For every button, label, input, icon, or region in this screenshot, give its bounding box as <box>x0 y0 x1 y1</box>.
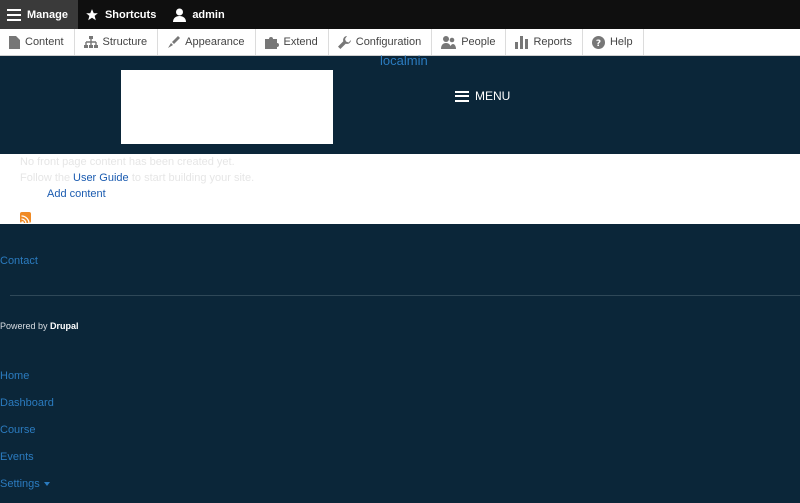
tray-item-label: Content <box>25 36 64 48</box>
wrench-icon <box>337 35 351 49</box>
footer-nav-events[interactable]: Events <box>0 451 54 478</box>
tray-item-label: Reports <box>533 36 572 48</box>
footer-nav-dashboard[interactable]: Dashboard <box>0 397 54 424</box>
hamburger-icon <box>455 90 469 102</box>
tray-item-extend[interactable]: Extend <box>256 29 329 55</box>
tray-item-appearance[interactable]: Appearance <box>158 29 256 55</box>
main-content: No front page content has been created y… <box>0 154 800 224</box>
add-content-link[interactable]: Add content <box>47 188 106 200</box>
tray-item-configuration[interactable]: Configuration <box>329 29 433 55</box>
user-icon <box>173 8 187 22</box>
tray-item-label: Structure <box>102 36 148 48</box>
manage-tab[interactable]: Manage <box>0 0 78 29</box>
empty-front-page-text: No front page content has been created y… <box>20 156 235 168</box>
footer-nav: Home Dashboard Course Events Settings <box>0 370 54 503</box>
bars-icon <box>515 35 529 49</box>
footer-nav-course[interactable]: Course <box>0 424 54 451</box>
tray-item-label: Help <box>609 36 633 48</box>
page-icon <box>9 35 20 49</box>
manage-label: Manage <box>27 8 68 21</box>
tray-item-content[interactable]: Content <box>0 29 75 55</box>
tray-item-label: Appearance <box>185 36 245 48</box>
menu-button[interactable]: MENU <box>455 89 510 103</box>
settings-label: Settings <box>0 478 40 490</box>
tray-item-reports[interactable]: Reports <box>506 29 583 55</box>
puzzle-icon <box>264 36 279 49</box>
site-header: localmin MENU <box>0 53 800 154</box>
tray-item-people[interactable]: People <box>432 29 507 55</box>
footer-nav-home[interactable]: Home <box>0 370 54 397</box>
hamburger-icon <box>7 8 21 21</box>
user-guide-text: Follow the User Guide to start building … <box>20 172 255 184</box>
tray-item-label: People <box>461 36 496 48</box>
menu-label: MENU <box>475 89 511 103</box>
sitemap-icon <box>83 36 98 48</box>
shortcuts-tab[interactable]: Shortcuts <box>78 0 166 29</box>
tray-item-structure[interactable]: Structure <box>75 29 159 55</box>
site-logo[interactable] <box>121 70 333 144</box>
brush-icon <box>167 35 181 49</box>
chevron-down-icon <box>43 482 50 487</box>
footer-divider <box>10 295 800 296</box>
user-tab[interactable]: admin <box>166 0 234 29</box>
powered-by: Powered by Drupal <box>0 321 79 331</box>
tray-item-help[interactable]: ? Help <box>583 29 644 55</box>
svg-text:?: ? <box>596 39 601 49</box>
footer-nav-settings[interactable]: Settings <box>0 478 54 503</box>
user-guide-link[interactable]: User Guide <box>72 172 130 184</box>
site-name-link[interactable]: localmin <box>380 53 428 68</box>
shortcuts-label: Shortcuts <box>104 8 157 21</box>
rss-feed-icon[interactable] <box>20 212 31 224</box>
tray-item-label: Configuration <box>355 36 422 48</box>
star-icon <box>85 8 99 22</box>
contact-link[interactable]: Contact <box>0 255 38 267</box>
admin-tray: Content Structure Appearance Extend Conf… <box>0 29 800 56</box>
tray-item-label: Extend <box>283 36 318 48</box>
people-icon <box>441 35 457 49</box>
help-icon: ? <box>591 35 605 49</box>
powered-by-prefix: Powered by <box>0 321 51 331</box>
drupal-link[interactable]: Drupal <box>50 321 79 331</box>
admin-toolbar: Manage Shortcuts admin <box>0 0 800 29</box>
user-label: admin <box>192 8 225 21</box>
